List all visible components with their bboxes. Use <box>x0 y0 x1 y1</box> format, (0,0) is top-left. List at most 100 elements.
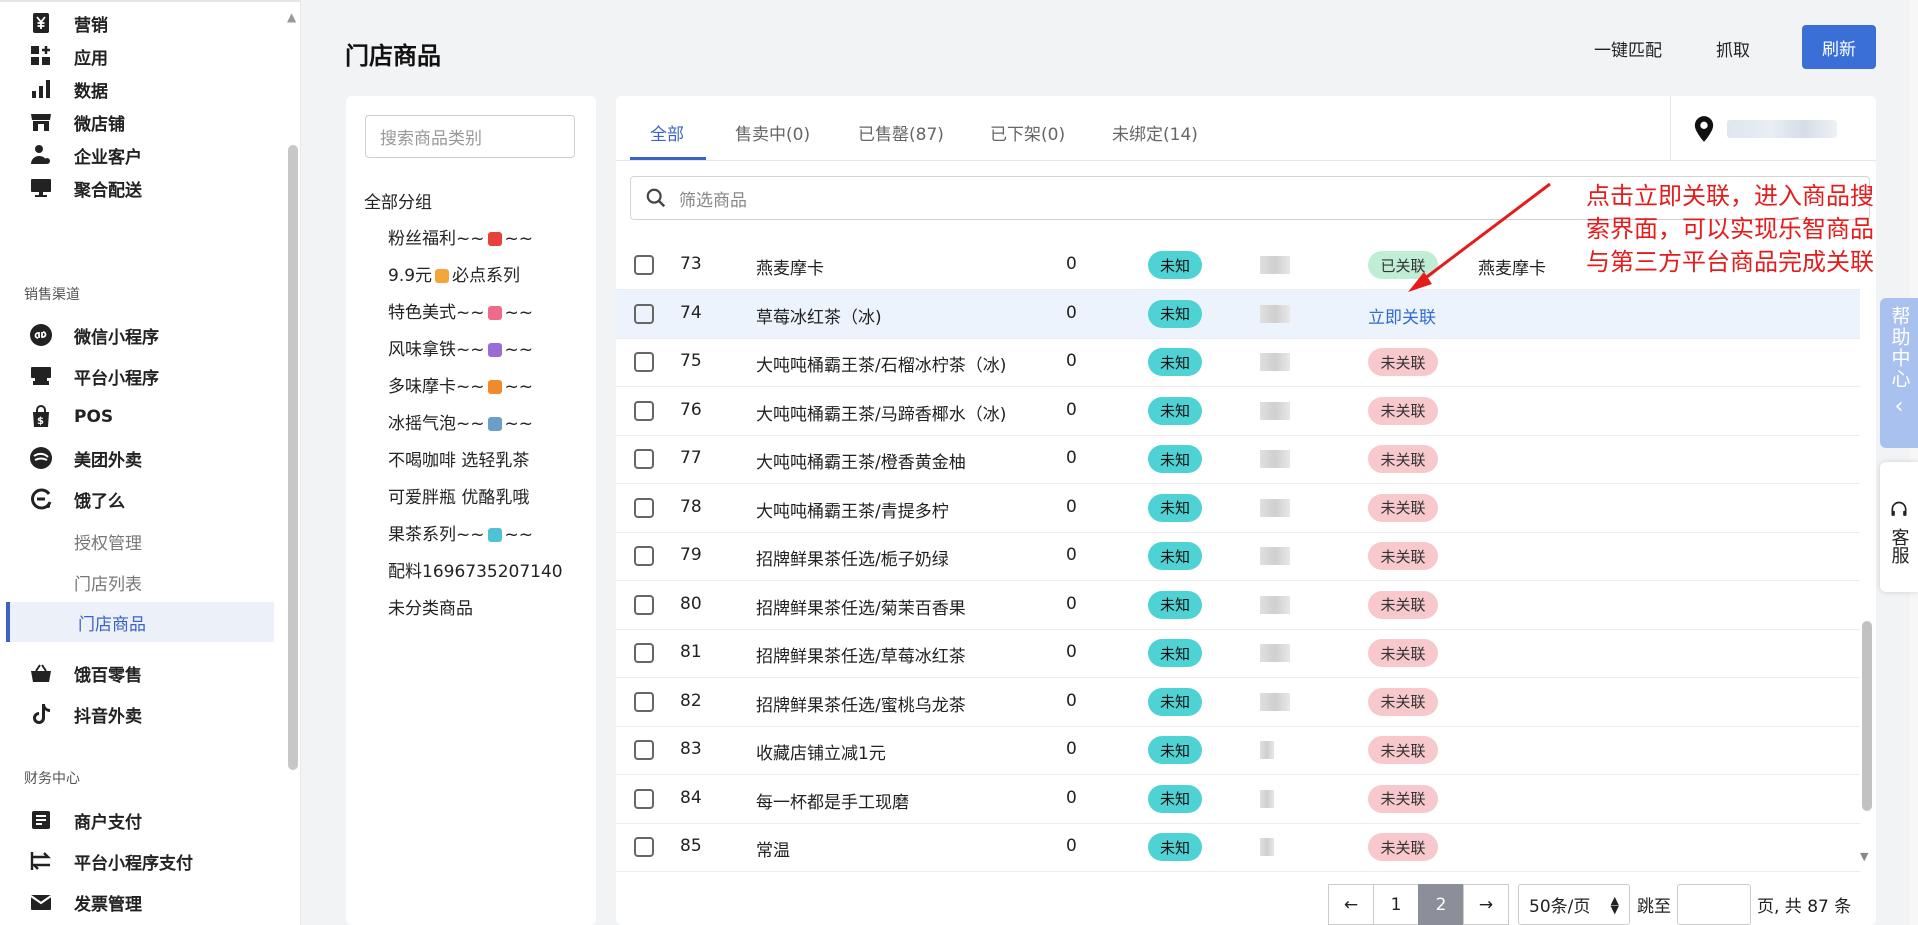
sidebar-item-label: 应用 <box>74 48 108 69</box>
next-page-button[interactable]: → <box>1463 884 1509 925</box>
sidebar-item-eleme[interactable]: 饿了么 <box>28 484 125 514</box>
stock-quantity: 0 <box>1066 399 1077 420</box>
meituan-icon <box>28 445 54 471</box>
match-all-button[interactable]: 一键匹配 <box>1594 36 1662 61</box>
category-item[interactable]: 粉丝福利~~ ~~ <box>388 224 533 249</box>
sidebar-item-platform-pay[interactable]: 平台小程序支付 <box>28 846 193 876</box>
receipt-icon <box>28 807 54 833</box>
active-tab-indicator <box>630 157 706 160</box>
category-label: 风味拿铁~~ <box>388 340 485 360</box>
category-item[interactable]: 9.9元 必点系列 <box>388 261 520 286</box>
sidebar-sub-store-products[interactable]: 门店商品 <box>6 602 274 642</box>
blurred-thumbnail <box>1260 692 1290 711</box>
sidebar-item-pos[interactable]: $ POS <box>28 402 113 432</box>
sidebar-item-merchant-pay[interactable]: 商户支付 <box>28 805 142 835</box>
link-now-button[interactable]: 立即关联 <box>1368 303 1436 328</box>
sidebar-item-douyin[interactable]: 抖音外卖 <box>28 699 142 729</box>
row-number: 84 <box>680 787 702 808</box>
sidebar-scroll-up-icon[interactable]: ▲ <box>287 10 296 24</box>
scroll-down-icon[interactable]: ▼ <box>1860 850 1868 863</box>
table-row: 83 收藏店铺立减1元 0 未知 未关联 <box>616 726 1860 775</box>
unknown-badge: 未知 <box>1148 542 1202 570</box>
sidebar-sub-store-list[interactable]: 门店列表 <box>74 567 142 597</box>
fetch-button[interactable]: 抓取 <box>1716 36 1750 61</box>
tab-unbound[interactable]: 未绑定(14) <box>1112 120 1198 145</box>
sidebar-item-label: 饿了么 <box>74 491 125 512</box>
row-number: 78 <box>680 496 702 517</box>
page-size-select[interactable]: 50条/页 ▲ ▼ <box>1518 884 1630 925</box>
emoji-icon <box>435 269 450 283</box>
sidebar-scrollbar[interactable] <box>288 145 298 770</box>
filter-placeholder: 筛选商品 <box>679 190 747 211</box>
sidebar-item-store[interactable]: 微店铺 <box>28 107 125 137</box>
emoji-icon <box>487 232 502 246</box>
tab-on-sale[interactable]: 售卖中(0) <box>735 120 810 145</box>
row-checkbox[interactable] <box>634 303 654 324</box>
row-checkbox[interactable] <box>634 837 654 857</box>
sidebar-item-meituan[interactable]: 美团外卖 <box>28 443 142 473</box>
category-item[interactable]: 特色美式~~ ~~ <box>388 298 533 323</box>
row-checkbox[interactable] <box>634 255 654 275</box>
link-status-badge: 未关联 <box>1368 784 1438 813</box>
category-item[interactable]: 配料1696735207140 <box>388 557 563 582</box>
prev-page-button[interactable]: ← <box>1328 884 1374 925</box>
category-item[interactable]: 果茶系列~~ ~~ <box>388 520 533 545</box>
refresh-button[interactable]: 刷新 <box>1802 25 1876 69</box>
category-item[interactable]: 风味拿铁~~ ~~ <box>388 335 533 360</box>
category-all[interactable]: 全部分组 <box>364 188 432 213</box>
jump-to-label: 跳至 <box>1637 897 1671 917</box>
blurred-thumbnail <box>1260 450 1290 468</box>
sidebar-item-enterprise[interactable]: 企业客户 <box>28 140 142 170</box>
svg-text:$: $ <box>37 416 44 427</box>
row-checkbox[interactable] <box>634 788 654 809</box>
category-item[interactable]: 多味摩卡~~ ~~ <box>388 372 533 397</box>
row-checkbox[interactable] <box>634 352 654 372</box>
category-label-suffix: ~~ <box>504 229 534 249</box>
category-label-suffix: ~~ <box>504 377 534 397</box>
location-pin-icon <box>1694 116 1714 142</box>
sidebar-item-apps[interactable]: 应用 <box>28 41 108 71</box>
store-location-selector[interactable] <box>1670 96 1876 161</box>
category-item[interactable]: 冰摇气泡~~ ~~ <box>388 409 533 434</box>
category-label: 9.9元 <box>388 266 433 286</box>
blurred-thumbnail <box>1260 401 1290 420</box>
row-checkbox[interactable] <box>634 497 654 518</box>
sidebar-item-wechat-mini[interactable]: 微信小程序 <box>28 320 159 350</box>
row-checkbox[interactable] <box>634 643 654 663</box>
customer-service-tab[interactable]: 客服 <box>1880 462 1918 592</box>
jump-page-input[interactable] <box>1677 884 1751 925</box>
row-checkbox[interactable] <box>634 400 654 421</box>
matched-product-name: 燕麦摩卡 <box>1478 259 1546 279</box>
product-name: 大吨吨桶霸王茶/石榴冰柠茶（冰) <box>756 356 1007 376</box>
tab-all[interactable]: 全部 <box>650 120 684 145</box>
sidebar-item-platform-mini[interactable]: 平台小程序 <box>28 361 159 391</box>
sidebar-item-data[interactable]: 数据 <box>28 74 108 104</box>
product-name: 大吨吨桶霸王茶/青提多柠 <box>756 501 949 522</box>
row-checkbox[interactable] <box>634 546 654 566</box>
sidebar-item-ebai[interactable]: 饿百零售 <box>28 658 142 688</box>
row-checkbox[interactable] <box>634 594 654 615</box>
category-item[interactable]: 未分类商品 <box>388 594 473 619</box>
help-center-tab[interactable]: 帮助中心 ‹ <box>1880 298 1918 448</box>
category-item[interactable]: 可爱胖瓶 优酪乳哦 <box>388 483 529 508</box>
row-checkbox[interactable] <box>634 691 654 712</box>
mini-program-icon <box>28 322 54 348</box>
category-search-input[interactable]: 搜索商品类别 <box>365 115 575 158</box>
page-1-button[interactable]: 1 <box>1373 884 1419 925</box>
sidebar-item-invoice[interactable]: 发票管理 <box>28 887 142 917</box>
unknown-badge: 未知 <box>1148 833 1202 861</box>
category-label-suffix: ~~ <box>504 525 534 545</box>
sidebar-item-delivery[interactable]: 聚合配送 <box>28 173 142 203</box>
sidebar-item-marketing[interactable]: 营销 <box>28 8 108 38</box>
row-checkbox[interactable] <box>634 740 654 760</box>
page-2-button[interactable]: 2 <box>1418 884 1464 925</box>
table-scrollbar-thumb[interactable] <box>1862 621 1872 811</box>
category-item[interactable]: 不喝咖啡 选轻乳茶 <box>388 446 529 471</box>
yen-icon <box>28 10 54 36</box>
sidebar-item-label: 商户支付 <box>74 812 142 833</box>
sidebar-sub-auth[interactable]: 授权管理 <box>74 526 142 556</box>
row-checkbox[interactable] <box>634 449 654 469</box>
tab-off-shelf[interactable]: 已下架(0) <box>990 120 1065 145</box>
tab-sold-out[interactable]: 已售罄(87) <box>858 120 944 145</box>
stock-quantity: 0 <box>1066 593 1077 614</box>
